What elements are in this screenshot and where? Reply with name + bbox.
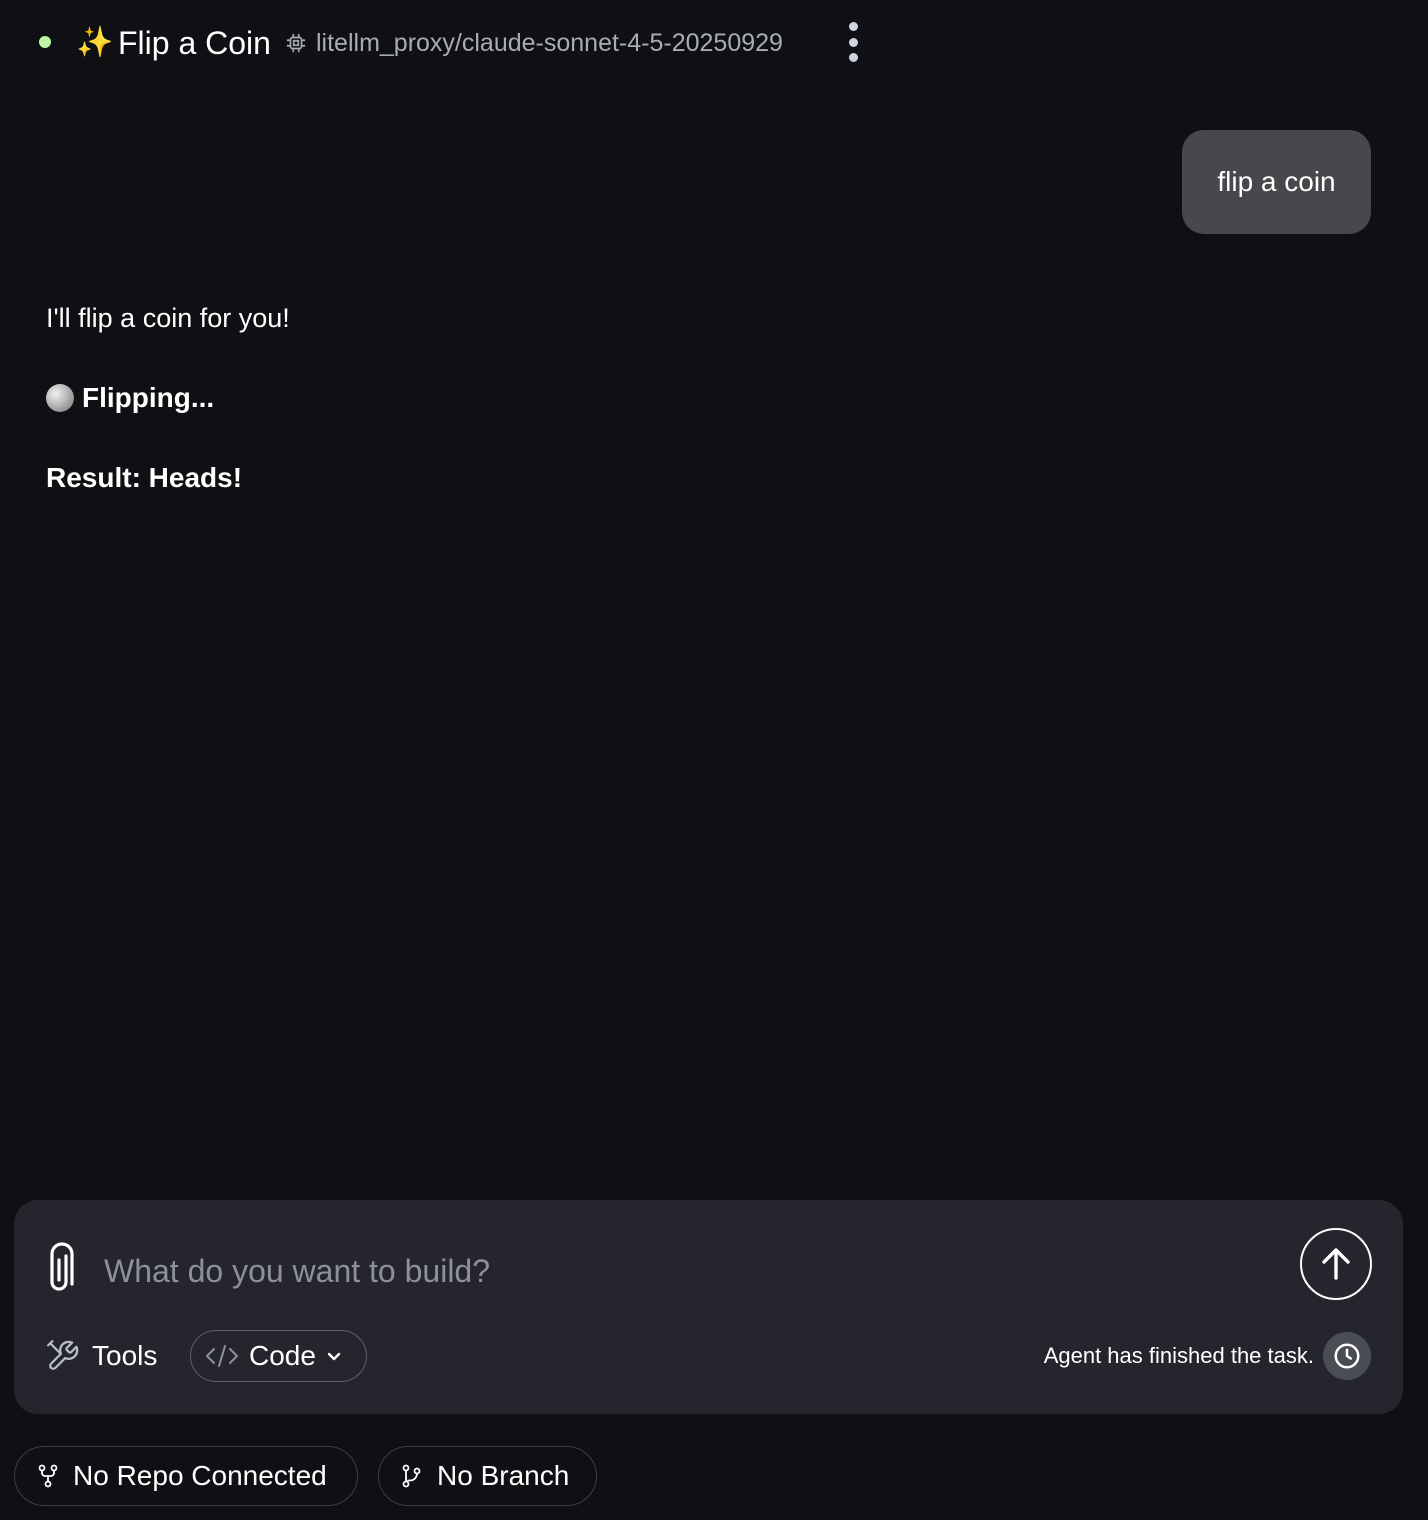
kebab-dot <box>848 37 858 47</box>
paperclip-icon[interactable] <box>42 1242 76 1298</box>
conversation-header: ✨ Flip a Coin litellm_proxy/claude-sonne… <box>0 0 1428 86</box>
arrow-up-icon <box>1322 1248 1350 1280</box>
coin-icon <box>46 384 74 412</box>
repo-label: No Repo Connected <box>73 1460 327 1491</box>
sparkle-icon: ✨ <box>76 26 114 59</box>
app-page: ✨ Flip a Coin litellm_proxy/claude-sonne… <box>0 0 1428 1520</box>
mode-label: Code <box>249 1340 316 1371</box>
kebab-dot <box>848 22 858 31</box>
chevron-down-icon <box>327 1352 341 1361</box>
assistant-line-result: Result: Heads! <box>46 462 243 493</box>
repo-selector-button[interactable]: No Repo Connected <box>14 1446 358 1506</box>
conversation-title[interactable]: Flip a Coin <box>118 24 271 62</box>
tools-label: Tools <box>92 1340 158 1371</box>
chat-composer: Tools Code Agent has finished the task. <box>14 1200 1403 1414</box>
kebab-menu-icon[interactable] <box>838 18 868 66</box>
tools-button[interactable]: Tools <box>46 1336 157 1376</box>
assistant-line-flipping: Flipping... <box>82 382 215 413</box>
model-name: litellm_proxy/claude-sonnet-4-5-20250929 <box>316 29 783 57</box>
history-button[interactable] <box>1323 1332 1371 1380</box>
agent-status-text: Agent has finished the task. <box>1043 1343 1314 1368</box>
kebab-dot <box>848 53 858 62</box>
tools-icon <box>46 1339 79 1370</box>
user-message-text: flip a coin <box>1217 166 1336 197</box>
prompt-input[interactable] <box>104 1248 1264 1294</box>
clock-icon <box>1334 1343 1360 1369</box>
repo-fork-icon <box>38 1464 58 1488</box>
branch-selector-button[interactable]: No Branch <box>378 1446 597 1506</box>
status-dot <box>39 36 51 48</box>
assistant-line-intro: I'll flip a coin for you! <box>46 303 290 333</box>
git-branch-icon <box>402 1464 421 1488</box>
send-button[interactable] <box>1300 1228 1372 1300</box>
code-icon <box>206 1345 238 1367</box>
chip-icon <box>286 33 306 53</box>
user-message-bubble: flip a coin <box>1182 130 1371 234</box>
mode-select[interactable]: Code <box>190 1330 367 1382</box>
branch-label: No Branch <box>437 1460 570 1491</box>
